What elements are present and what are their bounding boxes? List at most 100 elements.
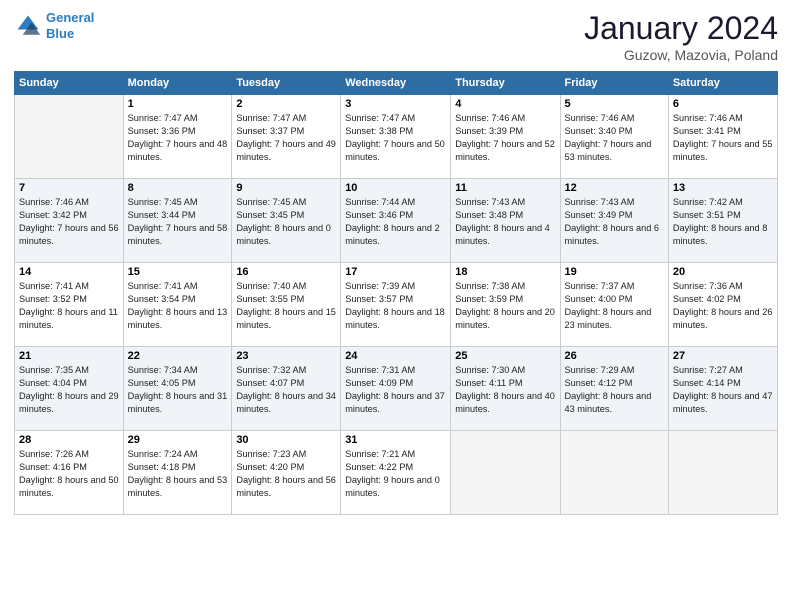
day-info: Sunrise: 7:38 AMSunset: 3:59 PMDaylight:… bbox=[455, 280, 555, 332]
weekday-header: Friday bbox=[560, 72, 668, 95]
day-info: Sunrise: 7:24 AMSunset: 4:18 PMDaylight:… bbox=[128, 448, 228, 500]
day-number: 27 bbox=[673, 350, 773, 362]
calendar-cell: 8 Sunrise: 7:45 AMSunset: 3:44 PMDayligh… bbox=[123, 179, 232, 263]
calendar-title: January 2024 bbox=[584, 10, 778, 47]
header: General Blue January 2024 Guzow, Mazovia… bbox=[14, 10, 778, 63]
calendar-cell: 2 Sunrise: 7:47 AMSunset: 3:37 PMDayligh… bbox=[232, 95, 341, 179]
day-info: Sunrise: 7:42 AMSunset: 3:51 PMDaylight:… bbox=[673, 196, 773, 248]
calendar-cell: 14 Sunrise: 7:41 AMSunset: 3:52 PMDaylig… bbox=[15, 263, 124, 347]
calendar-cell: 12 Sunrise: 7:43 AMSunset: 3:49 PMDaylig… bbox=[560, 179, 668, 263]
day-number: 23 bbox=[236, 350, 336, 362]
day-number: 21 bbox=[19, 350, 119, 362]
calendar-cell: 4 Sunrise: 7:46 AMSunset: 3:39 PMDayligh… bbox=[451, 95, 560, 179]
day-info: Sunrise: 7:37 AMSunset: 4:00 PMDaylight:… bbox=[565, 280, 664, 332]
calendar-cell: 24 Sunrise: 7:31 AMSunset: 4:09 PMDaylig… bbox=[341, 347, 451, 431]
calendar-week-row: 14 Sunrise: 7:41 AMSunset: 3:52 PMDaylig… bbox=[15, 263, 778, 347]
calendar-cell: 17 Sunrise: 7:39 AMSunset: 3:57 PMDaylig… bbox=[341, 263, 451, 347]
calendar-cell: 7 Sunrise: 7:46 AMSunset: 3:42 PMDayligh… bbox=[15, 179, 124, 263]
day-number: 30 bbox=[236, 434, 336, 446]
calendar-cell: 5 Sunrise: 7:46 AMSunset: 3:40 PMDayligh… bbox=[560, 95, 668, 179]
calendar-cell: 23 Sunrise: 7:32 AMSunset: 4:07 PMDaylig… bbox=[232, 347, 341, 431]
day-number: 18 bbox=[455, 266, 555, 278]
calendar-cell: 15 Sunrise: 7:41 AMSunset: 3:54 PMDaylig… bbox=[123, 263, 232, 347]
calendar-cell: 19 Sunrise: 7:37 AMSunset: 4:00 PMDaylig… bbox=[560, 263, 668, 347]
day-info: Sunrise: 7:29 AMSunset: 4:12 PMDaylight:… bbox=[565, 364, 664, 416]
day-info: Sunrise: 7:27 AMSunset: 4:14 PMDaylight:… bbox=[673, 364, 773, 416]
calendar-cell bbox=[668, 431, 777, 515]
header-row: SundayMondayTuesdayWednesdayThursdayFrid… bbox=[15, 72, 778, 95]
calendar-cell: 30 Sunrise: 7:23 AMSunset: 4:20 PMDaylig… bbox=[232, 431, 341, 515]
day-info: Sunrise: 7:47 AMSunset: 3:38 PMDaylight:… bbox=[345, 112, 446, 164]
calendar-cell: 11 Sunrise: 7:43 AMSunset: 3:48 PMDaylig… bbox=[451, 179, 560, 263]
logo: General Blue bbox=[14, 10, 94, 41]
calendar-subtitle: Guzow, Mazovia, Poland bbox=[584, 47, 778, 63]
weekday-header: Saturday bbox=[668, 72, 777, 95]
day-number: 31 bbox=[345, 434, 446, 446]
day-info: Sunrise: 7:45 AMSunset: 3:45 PMDaylight:… bbox=[236, 196, 336, 248]
calendar-cell: 22 Sunrise: 7:34 AMSunset: 4:05 PMDaylig… bbox=[123, 347, 232, 431]
day-info: Sunrise: 7:23 AMSunset: 4:20 PMDaylight:… bbox=[236, 448, 336, 500]
day-info: Sunrise: 7:21 AMSunset: 4:22 PMDaylight:… bbox=[345, 448, 446, 500]
day-info: Sunrise: 7:26 AMSunset: 4:16 PMDaylight:… bbox=[19, 448, 119, 500]
day-number: 1 bbox=[128, 98, 228, 110]
day-number: 3 bbox=[345, 98, 446, 110]
day-info: Sunrise: 7:45 AMSunset: 3:44 PMDaylight:… bbox=[128, 196, 228, 248]
calendar-cell: 29 Sunrise: 7:24 AMSunset: 4:18 PMDaylig… bbox=[123, 431, 232, 515]
calendar-cell: 3 Sunrise: 7:47 AMSunset: 3:38 PMDayligh… bbox=[341, 95, 451, 179]
day-number: 16 bbox=[236, 266, 336, 278]
weekday-header: Wednesday bbox=[341, 72, 451, 95]
calendar-cell bbox=[451, 431, 560, 515]
day-info: Sunrise: 7:44 AMSunset: 3:46 PMDaylight:… bbox=[345, 196, 446, 248]
calendar-week-row: 28 Sunrise: 7:26 AMSunset: 4:16 PMDaylig… bbox=[15, 431, 778, 515]
calendar-cell: 18 Sunrise: 7:38 AMSunset: 3:59 PMDaylig… bbox=[451, 263, 560, 347]
page: General Blue January 2024 Guzow, Mazovia… bbox=[0, 0, 792, 612]
calendar-cell: 26 Sunrise: 7:29 AMSunset: 4:12 PMDaylig… bbox=[560, 347, 668, 431]
weekday-header: Sunday bbox=[15, 72, 124, 95]
calendar-table: SundayMondayTuesdayWednesdayThursdayFrid… bbox=[14, 71, 778, 515]
day-info: Sunrise: 7:43 AMSunset: 3:49 PMDaylight:… bbox=[565, 196, 664, 248]
day-info: Sunrise: 7:30 AMSunset: 4:11 PMDaylight:… bbox=[455, 364, 555, 416]
day-number: 26 bbox=[565, 350, 664, 362]
day-info: Sunrise: 7:40 AMSunset: 3:55 PMDaylight:… bbox=[236, 280, 336, 332]
day-number: 15 bbox=[128, 266, 228, 278]
calendar-week-row: 1 Sunrise: 7:47 AMSunset: 3:36 PMDayligh… bbox=[15, 95, 778, 179]
calendar-cell: 9 Sunrise: 7:45 AMSunset: 3:45 PMDayligh… bbox=[232, 179, 341, 263]
day-number: 22 bbox=[128, 350, 228, 362]
calendar-cell: 27 Sunrise: 7:27 AMSunset: 4:14 PMDaylig… bbox=[668, 347, 777, 431]
day-number: 8 bbox=[128, 182, 228, 194]
day-info: Sunrise: 7:47 AMSunset: 3:37 PMDaylight:… bbox=[236, 112, 336, 164]
day-info: Sunrise: 7:46 AMSunset: 3:40 PMDaylight:… bbox=[565, 112, 664, 164]
day-number: 14 bbox=[19, 266, 119, 278]
day-info: Sunrise: 7:46 AMSunset: 3:41 PMDaylight:… bbox=[673, 112, 773, 164]
day-number: 20 bbox=[673, 266, 773, 278]
logo-line1: General bbox=[46, 10, 94, 25]
day-number: 25 bbox=[455, 350, 555, 362]
logo-line2: Blue bbox=[46, 26, 74, 41]
day-number: 4 bbox=[455, 98, 555, 110]
day-number: 19 bbox=[565, 266, 664, 278]
logo-icon bbox=[14, 12, 42, 40]
day-number: 2 bbox=[236, 98, 336, 110]
day-info: Sunrise: 7:34 AMSunset: 4:05 PMDaylight:… bbox=[128, 364, 228, 416]
weekday-header: Monday bbox=[123, 72, 232, 95]
day-number: 7 bbox=[19, 182, 119, 194]
day-number: 6 bbox=[673, 98, 773, 110]
calendar-cell: 20 Sunrise: 7:36 AMSunset: 4:02 PMDaylig… bbox=[668, 263, 777, 347]
calendar-cell: 6 Sunrise: 7:46 AMSunset: 3:41 PMDayligh… bbox=[668, 95, 777, 179]
day-number: 28 bbox=[19, 434, 119, 446]
day-info: Sunrise: 7:36 AMSunset: 4:02 PMDaylight:… bbox=[673, 280, 773, 332]
calendar-cell bbox=[15, 95, 124, 179]
day-number: 10 bbox=[345, 182, 446, 194]
day-info: Sunrise: 7:41 AMSunset: 3:52 PMDaylight:… bbox=[19, 280, 119, 332]
day-number: 5 bbox=[565, 98, 664, 110]
calendar-week-row: 7 Sunrise: 7:46 AMSunset: 3:42 PMDayligh… bbox=[15, 179, 778, 263]
day-info: Sunrise: 7:39 AMSunset: 3:57 PMDaylight:… bbox=[345, 280, 446, 332]
day-number: 24 bbox=[345, 350, 446, 362]
calendar-cell: 25 Sunrise: 7:30 AMSunset: 4:11 PMDaylig… bbox=[451, 347, 560, 431]
day-info: Sunrise: 7:47 AMSunset: 3:36 PMDaylight:… bbox=[128, 112, 228, 164]
calendar-cell: 16 Sunrise: 7:40 AMSunset: 3:55 PMDaylig… bbox=[232, 263, 341, 347]
day-info: Sunrise: 7:46 AMSunset: 3:39 PMDaylight:… bbox=[455, 112, 555, 164]
weekday-header: Tuesday bbox=[232, 72, 341, 95]
day-info: Sunrise: 7:31 AMSunset: 4:09 PMDaylight:… bbox=[345, 364, 446, 416]
calendar-cell bbox=[560, 431, 668, 515]
